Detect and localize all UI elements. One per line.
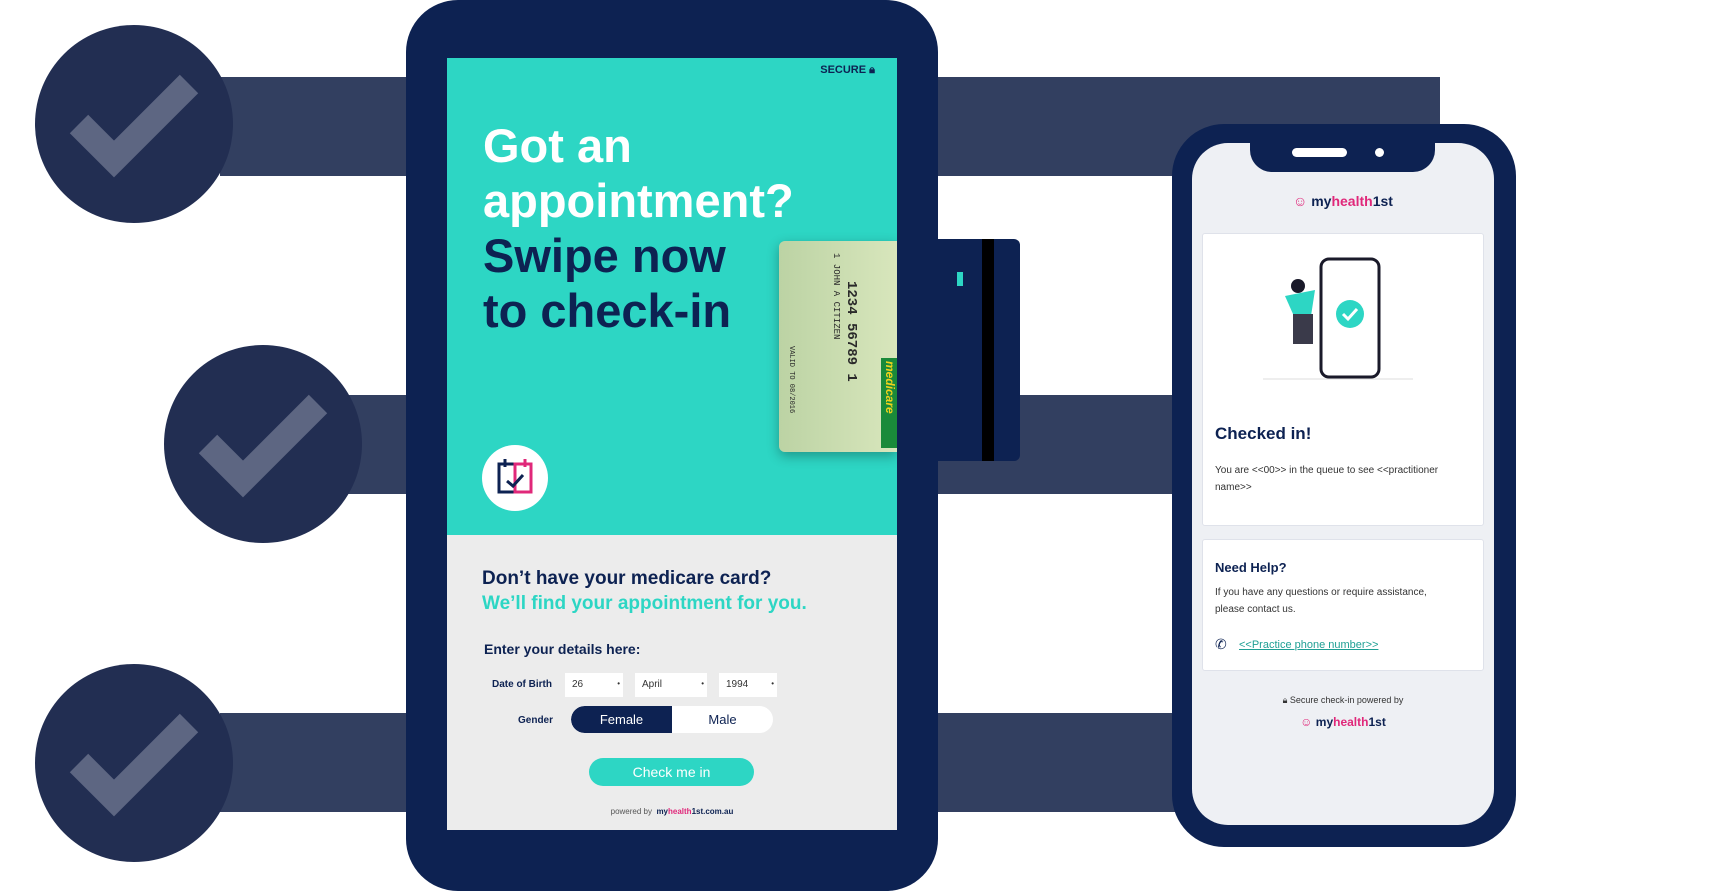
smile-icon: ☺︎	[1300, 715, 1313, 729]
medicare-card: 1234 56789 1 1 JOHN A CITIZEN VALID TO 0…	[779, 241, 897, 452]
dob-month-select[interactable]: April •	[635, 673, 707, 697]
card-name: 1 JOHN A CITIZEN	[831, 253, 841, 340]
checked-in-illustration	[1263, 257, 1413, 380]
myhealth1st-logo: ☺︎ myhealth1st	[1192, 193, 1494, 209]
check-icon	[198, 394, 328, 498]
chevron-down-icon: •	[701, 679, 704, 688]
medicare-logo: medicare	[881, 358, 897, 448]
check-in-button[interactable]: Check me in	[589, 758, 754, 786]
dob-year-select[interactable]: 1994 •	[719, 673, 777, 697]
card-number: 1234 56789 1	[843, 281, 859, 382]
myhealth1st-logo: ☺︎ myhealth1st	[1192, 715, 1494, 729]
headline-line: to check-in	[483, 284, 732, 337]
logo-part: health	[1333, 715, 1369, 729]
dob-label: Date of Birth	[492, 679, 552, 690]
dob-year-value: 1994	[726, 679, 749, 690]
secure-label: SECURE	[820, 64, 867, 76]
practice-phone-link[interactable]: <<Practice phone number>>	[1239, 639, 1378, 651]
checked-in-title: Checked in!	[1215, 424, 1312, 443]
logo-part: my	[1311, 193, 1332, 209]
logo-part: 1st	[1372, 193, 1393, 209]
card-slot	[982, 239, 994, 461]
chevron-down-icon: •	[617, 679, 620, 688]
gender-toggle: Female Male	[571, 706, 773, 733]
chevron-down-icon: •	[771, 679, 774, 688]
help-text: If you have any questions or require ass…	[1215, 587, 1427, 615]
lock-icon: 🔒︎	[869, 64, 875, 76]
logo-part: health	[1331, 193, 1373, 209]
kiosk-screen: SECURE 🔒︎ Got an appointment? Swipe now to…	[447, 58, 897, 830]
logo-part: health	[668, 807, 692, 816]
phone-icon: ✆	[1215, 636, 1227, 652]
headline-white: Got an appointment?	[483, 118, 794, 228]
headline-line: Got an	[483, 119, 632, 172]
queue-status-text: You are <<00>> in the queue to see <<pra…	[1215, 465, 1439, 493]
powered-by-label: powered by	[610, 807, 652, 816]
powered-by: powered by myhealth1st.com.au	[447, 807, 897, 816]
check-icon	[69, 74, 199, 178]
check-icon	[69, 713, 199, 817]
card-reader	[930, 239, 1020, 461]
headline-navy: Swipe now to check-in	[483, 228, 731, 338]
logo-part: 1st	[1368, 715, 1386, 729]
secure-indicator: SECURE 🔒︎	[820, 64, 875, 77]
logo-part: my	[656, 807, 668, 816]
secure-checkin-text: Secure check-in powered by	[1289, 695, 1404, 705]
phone-speaker	[1292, 148, 1347, 157]
gender-female-option[interactable]: Female	[571, 706, 672, 733]
check-circle	[35, 664, 233, 862]
gender-male-option[interactable]: Male	[672, 706, 773, 733]
secure-checkin-note: 🔒︎ Secure check-in powered by	[1192, 695, 1494, 706]
dob-day-select[interactable]: 26 •	[565, 673, 623, 697]
card-valid: VALID TO 08/2016	[787, 346, 795, 414]
logo-part: 1st.com.au	[691, 807, 734, 816]
no-card-question: Don’t have your medicare card?	[482, 568, 772, 589]
phone-screen: ☺︎ myhealth1st Checked in! You are <<00>…	[1192, 143, 1494, 825]
calendar-check-icon	[482, 445, 548, 511]
headline-line: appointment?	[483, 174, 794, 227]
check-circle	[35, 25, 233, 223]
no-card-subtitle: We’ll find your appointment for you.	[482, 593, 807, 614]
gender-label: Gender	[518, 715, 554, 726]
hero-panel: SECURE 🔒︎ Got an appointment? Swipe now to…	[447, 58, 897, 535]
lock-icon: 🔒︎	[1282, 695, 1288, 705]
phone-camera	[1375, 148, 1384, 157]
smile-icon: ☺︎	[1293, 193, 1308, 209]
details-heading: Enter your details here:	[484, 641, 641, 657]
dob-month-value: April	[642, 679, 663, 690]
check-circle	[164, 345, 362, 543]
dob-day-value: 26	[572, 679, 584, 690]
help-title: Need Help?	[1215, 560, 1287, 575]
help-card: Need Help? If you have any questions or …	[1202, 539, 1484, 671]
headline-line: Swipe now	[483, 229, 726, 282]
reader-led	[957, 272, 963, 286]
checked-in-card: Checked in! You are <<00>> in the queue …	[1202, 233, 1484, 526]
logo-part: my	[1315, 715, 1334, 729]
